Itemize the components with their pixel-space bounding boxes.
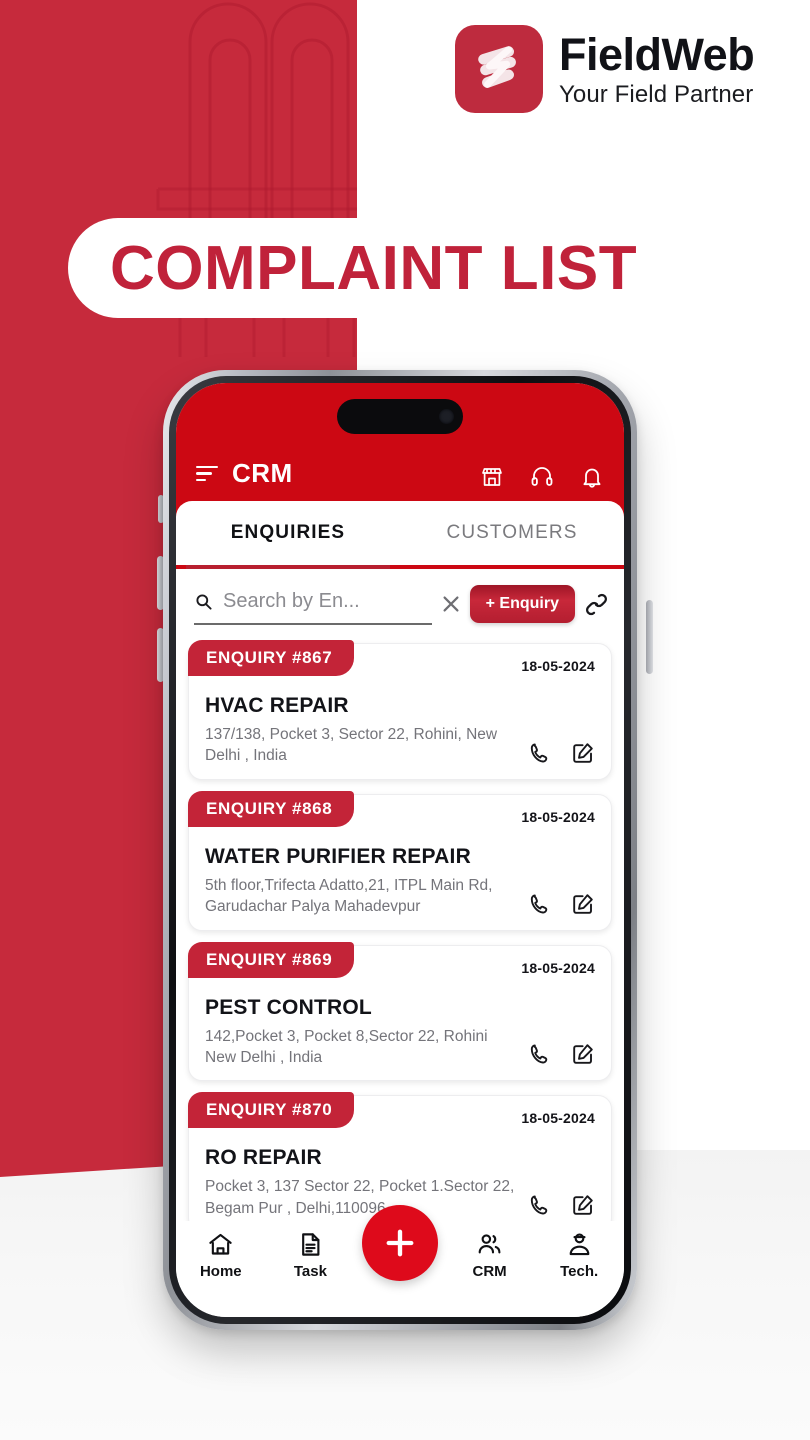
- enquiry-list[interactable]: ENQUIRY #867 18-05-2024 HVAC REPAIR 137/…: [176, 637, 624, 1232]
- fab-slot: [355, 1205, 445, 1281]
- tabs-container: ENQUIRIES CUSTOMERS: [176, 501, 624, 569]
- bell-notification-icon[interactable]: [580, 465, 604, 489]
- front-camera-icon: [439, 409, 454, 424]
- phone-call-icon[interactable]: [527, 892, 551, 916]
- enquiry-title: PEST CONTROL: [205, 995, 372, 1019]
- phone-call-icon[interactable]: [527, 1193, 551, 1217]
- enquiry-date: 18-05-2024: [521, 808, 595, 825]
- enquiry-card[interactable]: ENQUIRY #867 18-05-2024 HVAC REPAIR 137/…: [188, 640, 612, 780]
- add-enquiry-button[interactable]: + Enquiry: [469, 585, 575, 623]
- enquiry-address: 137/138, Pocket 3, Sector 22, Rohini, Ne…: [205, 726, 498, 765]
- edit-square-icon[interactable]: [571, 741, 595, 765]
- edit-square-icon[interactable]: [571, 1193, 595, 1217]
- search-input[interactable]: Search by En...: [194, 590, 432, 625]
- tab-customers-label: CUSTOMERS: [446, 522, 578, 543]
- enquiry-address: Pocket 3, 137 Sector 22, Pocket 1.Sector…: [205, 1178, 515, 1217]
- enquiry-badge: ENQUIRY #870: [188, 1092, 355, 1129]
- plus-icon: [382, 1225, 418, 1261]
- chain-link-icon[interactable]: [583, 591, 610, 618]
- nav-item-crm[interactable]: CRM: [445, 1231, 535, 1280]
- home-icon: [207, 1231, 234, 1258]
- hamburger-menu-icon[interactable]: [196, 465, 218, 482]
- phone-screen: CRM ENQUIRIES CUSTOMERS Search by En... …: [176, 383, 624, 1317]
- document-task-icon: [297, 1231, 324, 1258]
- nav-label-crm: CRM: [472, 1263, 507, 1280]
- app-header: CRM: [176, 383, 624, 501]
- brand-tagline: Your Field Partner: [559, 80, 754, 108]
- phone-call-icon[interactable]: [527, 1042, 551, 1066]
- app-title: CRM: [232, 458, 293, 488]
- enquiry-date: 18-05-2024: [521, 658, 595, 674]
- phone-power-button[interactable]: [646, 600, 653, 674]
- brand-logo: FieldWeb Your Field Partner: [455, 25, 755, 113]
- headset-support-icon[interactable]: [530, 465, 554, 489]
- nav-label-task: Task: [293, 1263, 327, 1280]
- edit-square-icon[interactable]: [571, 1042, 595, 1066]
- page-title: COMPLAINT LIST: [110, 233, 638, 303]
- brand-name: FieldWeb: [559, 28, 755, 80]
- enquiry-badge: ENQUIRY #869: [188, 941, 355, 978]
- enquiry-date: 18-05-2024: [521, 1110, 595, 1127]
- users-group-icon: [476, 1231, 503, 1258]
- headline-banner: COMPLAINT LIST: [68, 218, 678, 318]
- enquiry-title: RO REPAIR: [205, 1146, 322, 1170]
- tab-enquiries-label: ENQUIRIES: [230, 522, 346, 543]
- search-clear-button[interactable]: [440, 593, 462, 615]
- add-fab-button[interactable]: [361, 1205, 438, 1281]
- bottom-navigation-bar: Home Task CRM Tech.: [176, 1205, 624, 1317]
- enquiry-date: 18-05-2024: [521, 959, 595, 976]
- enquiry-card[interactable]: ENQUIRY #868 18-05-2024 WATER PURIFIER R…: [188, 790, 612, 931]
- app-header-actions: [480, 465, 604, 489]
- search-icon: [194, 592, 213, 611]
- nav-item-home[interactable]: Home: [176, 1231, 266, 1280]
- enquiry-title: WATER PURIFIER REPAIR: [205, 844, 471, 868]
- nav-label-home: Home: [199, 1263, 242, 1280]
- technician-person-icon: [566, 1231, 593, 1258]
- enquiry-title: HVAC REPAIR: [205, 694, 349, 717]
- fieldweb-bolt-icon: [455, 25, 543, 113]
- nav-item-tech[interactable]: Tech.: [534, 1231, 624, 1280]
- nav-item-task[interactable]: Task: [266, 1231, 356, 1280]
- nav-label-tech: Tech.: [560, 1263, 599, 1280]
- search-placeholder: Search by En...: [223, 589, 360, 612]
- enquiry-address: 5th floor,Trifecta Adatto,21, ITPL Main …: [205, 876, 493, 916]
- enquiry-card[interactable]: ENQUIRY #869 18-05-2024 PEST CONTROL 142…: [188, 941, 612, 1082]
- tab-customers[interactable]: CUSTOMERS: [400, 501, 624, 565]
- enquiry-badge: ENQUIRY #867: [188, 640, 355, 676]
- edit-square-icon[interactable]: [571, 892, 595, 916]
- app-header-left: CRM: [196, 458, 293, 489]
- enquiry-address: 142,Pocket 3, Pocket 8,Sector 22, Rohini…: [205, 1027, 488, 1066]
- search-toolbar: Search by En... + Enquiry: [176, 569, 624, 637]
- enquiry-badge: ENQUIRY #868: [188, 790, 355, 827]
- store-icon[interactable]: [480, 465, 504, 489]
- phone-call-icon[interactable]: [527, 741, 551, 765]
- dynamic-island: [337, 399, 463, 434]
- phone-bezel: CRM ENQUIRIES CUSTOMERS Search by En... …: [169, 376, 631, 1324]
- tab-enquiries[interactable]: ENQUIRIES: [176, 501, 400, 569]
- phone-device-frame: CRM ENQUIRIES CUSTOMERS Search by En... …: [163, 370, 637, 1330]
- poster-canvas: FieldWeb Your Field Partner COMPLAINT LI…: [0, 0, 810, 1440]
